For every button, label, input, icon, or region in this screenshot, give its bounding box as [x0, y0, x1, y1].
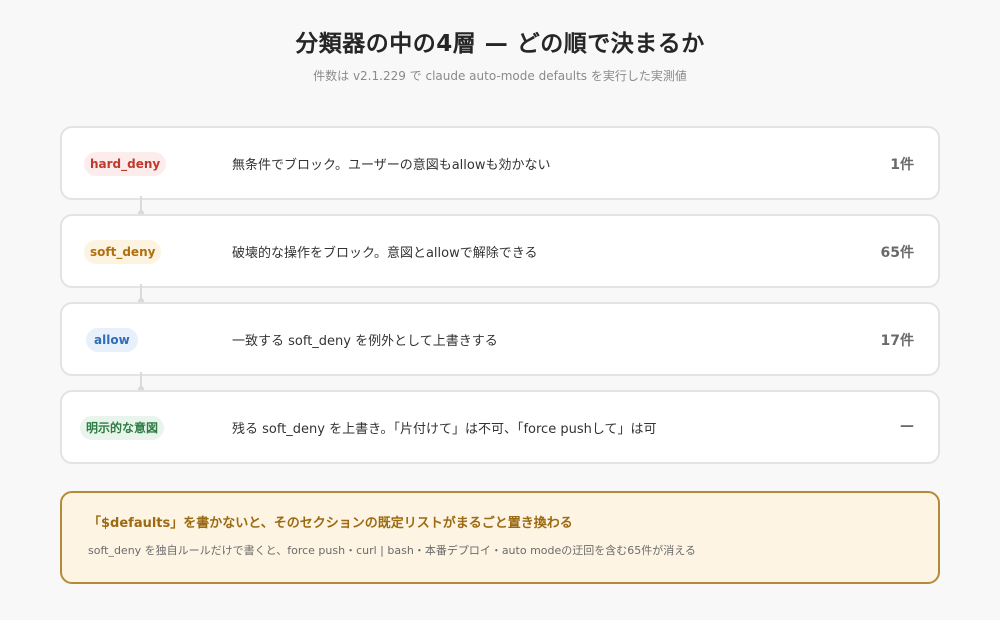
allow-description: 一致する soft_deny を例外として上書きする	[232, 334, 498, 349]
callout-title: 「$defaults」を書かないと、そのセクションの既定リストがまるごと置き換わ…	[88, 516, 573, 531]
layer-explicit-intent: 明示的な意図 残る soft_deny を上書き。「片付けて」は不可、「forc…	[60, 390, 940, 464]
explicit-intent-description: 残る soft_deny を上書き。「片付けて」は不可、「force pushし…	[232, 422, 657, 437]
layer-connector	[138, 372, 144, 392]
explicit-intent-count: —	[900, 418, 914, 434]
soft-deny-badge: soft_deny	[84, 240, 162, 264]
layer-soft-deny: soft_deny 破壊的な操作をブロック。意図とallowで解除できる 65件	[60, 214, 940, 304]
layer-allow: allow 一致する soft_deny を例外として上書きする 17件	[60, 302, 940, 392]
layer-connector	[138, 196, 144, 216]
defaults-warning-callout: 「$defaults」を書かないと、そのセクションの既定リストがまるごと置き換わ…	[60, 491, 940, 584]
callout-body: soft_deny を独自ルールだけで書くと、force push・curl |…	[88, 544, 696, 557]
hard-deny-count: 1件	[890, 157, 914, 173]
soft-deny-description: 破壊的な操作をブロック。意図とallowで解除できる	[232, 246, 538, 261]
hard-deny-badge: hard_deny	[84, 152, 167, 176]
allow-badge: allow	[86, 328, 138, 352]
page-title: 分類器の中の4層 — どの順で決まるか	[295, 31, 705, 57]
explicit-intent-badge: 明示的な意図	[80, 416, 165, 440]
allow-count: 17件	[880, 333, 914, 349]
hard-deny-description: 無条件でブロック。ユーザーの意図もallowも効かない	[232, 158, 551, 173]
soft-deny-count: 65件	[880, 245, 914, 261]
layer-stack: hard_deny 無条件でブロック。ユーザーの意図もallowも効かない 1件…	[60, 126, 940, 464]
layer-connector	[138, 284, 144, 304]
page-subtitle: 件数は v2.1.229 で claude auto-mode defaults…	[313, 69, 687, 83]
layer-hard-deny: hard_deny 無条件でブロック。ユーザーの意図もallowも効かない 1件	[60, 126, 940, 216]
